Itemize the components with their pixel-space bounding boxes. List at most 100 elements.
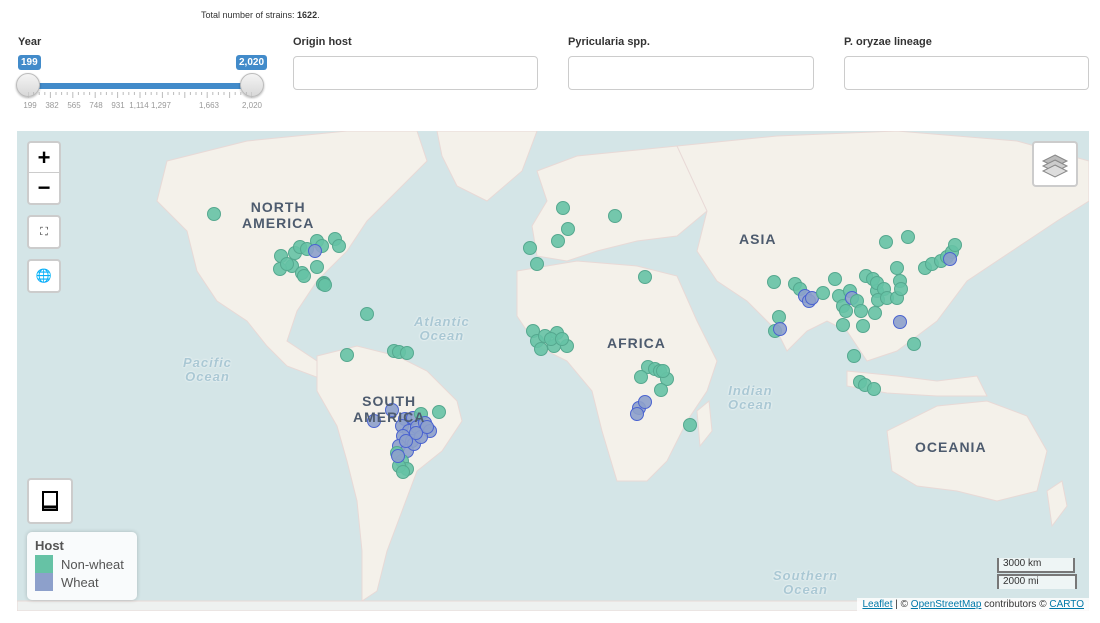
non-wheat-strain-marker[interactable] xyxy=(280,257,294,271)
non-wheat-strain-marker[interactable] xyxy=(767,275,781,289)
carto-link[interactable]: CARTO xyxy=(1049,599,1084,610)
non-wheat-strain-marker[interactable] xyxy=(836,318,850,332)
lineage-select[interactable] xyxy=(844,56,1089,90)
non-wheat-strain-marker[interactable] xyxy=(907,337,921,351)
non-wheat-strain-marker[interactable] xyxy=(867,382,881,396)
globe-icon: 🌐 xyxy=(35,268,53,283)
non-wheat-strain-marker[interactable] xyxy=(432,405,446,419)
non-wheat-strain-marker[interactable] xyxy=(534,342,548,356)
year-slider-track[interactable] xyxy=(28,83,252,89)
non-wheat-strain-marker[interactable] xyxy=(948,238,962,252)
non-wheat-strain-marker[interactable] xyxy=(608,209,622,223)
land-madagascar xyxy=(696,400,713,448)
non-wheat-strain-marker[interactable] xyxy=(638,270,652,284)
non-wheat-strain-marker[interactable] xyxy=(816,286,830,300)
non-wheat-strain-marker[interactable] xyxy=(683,418,697,432)
non-wheat-strain-marker[interactable] xyxy=(856,319,870,333)
non-wheat-strain-marker[interactable] xyxy=(555,332,569,346)
tick-label: 382 xyxy=(45,101,59,110)
non-wheat-strain-marker[interactable] xyxy=(400,346,414,360)
non-wheat-strain-marker[interactable] xyxy=(561,222,575,236)
non-wheat-strain-marker[interactable] xyxy=(901,230,915,244)
non-wheat-strain-marker[interactable] xyxy=(634,370,648,384)
legend-label: Non-wheat xyxy=(61,556,124,572)
tick-label: 1,663 xyxy=(198,101,220,110)
non-wheat-strain-marker[interactable] xyxy=(654,383,668,397)
zoom-in-button[interactable]: + xyxy=(29,143,59,173)
legend-title: Host xyxy=(35,538,64,553)
wheat-strain-marker[interactable] xyxy=(893,315,907,329)
total-strains-count: 1622 xyxy=(297,10,318,20)
map-attribution: Leaflet | © OpenStreetMap contributors ©… xyxy=(857,598,1089,611)
tick-label: 565 xyxy=(67,101,81,110)
measure-button[interactable] xyxy=(27,478,73,524)
label-indian-ocean: Indian Ocean xyxy=(728,383,773,412)
label-south-america: SOUTH AMERICA xyxy=(353,393,426,425)
wheat-strain-marker[interactable] xyxy=(308,244,322,258)
zoom-control: + − xyxy=(27,141,61,205)
non-wheat-strain-marker[interactable] xyxy=(360,307,374,321)
label-north-america: NORTH AMERICA xyxy=(242,199,315,231)
tick-label: 931 xyxy=(111,101,125,110)
tick-label: 2,020 xyxy=(241,101,263,110)
non-wheat-strain-marker[interactable] xyxy=(854,304,868,318)
non-wheat-strain-marker[interactable] xyxy=(868,306,882,320)
zoom-out-button[interactable]: − xyxy=(29,173,59,203)
tick-label: 1,297 xyxy=(150,101,172,110)
reset-view-button[interactable]: 🌐 xyxy=(27,259,61,293)
scale-mi: 2000 mi xyxy=(997,574,1077,589)
non-wheat-strain-marker[interactable] xyxy=(656,364,670,378)
non-wheat-strain-marker[interactable] xyxy=(396,465,410,479)
non-wheat-strain-marker[interactable] xyxy=(297,269,311,283)
non-wheat-strain-marker[interactable] xyxy=(551,234,565,248)
tick-label: 1,114 xyxy=(129,101,149,110)
legend-swatch xyxy=(35,555,53,573)
non-wheat-strain-marker[interactable] xyxy=(207,207,221,221)
year-filter-label: Year xyxy=(18,36,42,48)
non-wheat-strain-marker[interactable] xyxy=(332,239,346,253)
non-wheat-strain-marker[interactable] xyxy=(556,201,570,215)
non-wheat-strain-marker[interactable] xyxy=(772,310,786,324)
ruler-icon xyxy=(42,491,58,511)
wheat-strain-marker[interactable] xyxy=(773,322,787,336)
fullscreen-icon: ⛶ xyxy=(40,226,48,238)
non-wheat-strain-marker[interactable] xyxy=(890,261,904,275)
non-wheat-strain-marker[interactable] xyxy=(318,278,332,292)
host-legend: Host Non-wheat Wheat xyxy=(27,532,137,600)
scale-km: 3000 km xyxy=(997,558,1075,573)
non-wheat-strain-marker[interactable] xyxy=(847,349,861,363)
year-min-bubble: 199 xyxy=(18,55,41,70)
wheat-strain-marker[interactable] xyxy=(399,434,413,448)
osm-link[interactable]: OpenStreetMap xyxy=(911,599,982,610)
world-map[interactable]: NORTH AMERICA SOUTH AMERICA AFRICA ASIA OC… xyxy=(17,131,1089,611)
wheat-strain-marker[interactable] xyxy=(630,407,644,421)
non-wheat-strain-marker[interactable] xyxy=(340,348,354,362)
non-wheat-strain-marker[interactable] xyxy=(530,257,544,271)
year-range-slider[interactable]: 199 2,020 199 382 565 748 931 1,114 1,29… xyxy=(16,55,268,113)
wheat-strain-marker[interactable] xyxy=(391,449,405,463)
total-strains-text: Total number of strains: 1622. xyxy=(201,10,320,20)
non-wheat-strain-marker[interactable] xyxy=(839,304,853,318)
non-wheat-strain-marker[interactable] xyxy=(879,235,893,249)
legend-item: Wheat xyxy=(35,573,129,591)
label-oceania: OCEANIA xyxy=(915,439,987,455)
legend-swatch xyxy=(35,573,53,591)
land-south-america xyxy=(316,345,463,602)
non-wheat-strain-marker[interactable] xyxy=(310,260,324,274)
tick-label: 199 xyxy=(23,101,37,110)
wheat-strain-marker[interactable] xyxy=(638,395,652,409)
label-southern-ocean: Southern Ocean xyxy=(773,568,839,597)
wheat-strain-marker[interactable] xyxy=(943,252,957,266)
non-wheat-strain-marker[interactable] xyxy=(523,241,537,255)
origin-host-select[interactable] xyxy=(293,56,538,90)
pyricularia-label: Pyricularia spp. xyxy=(568,36,650,48)
label-pacific-ocean: Pacific Ocean xyxy=(183,355,232,384)
non-wheat-strain-marker[interactable] xyxy=(894,282,908,296)
leaflet-link[interactable]: Leaflet xyxy=(862,599,892,610)
pyricularia-select[interactable] xyxy=(568,56,814,90)
fullscreen-button[interactable]: ⛶ xyxy=(27,215,61,249)
non-wheat-strain-marker[interactable] xyxy=(828,272,842,286)
layers-icon xyxy=(1041,154,1069,178)
label-asia: ASIA xyxy=(739,231,777,247)
layers-button[interactable] xyxy=(1032,141,1078,187)
